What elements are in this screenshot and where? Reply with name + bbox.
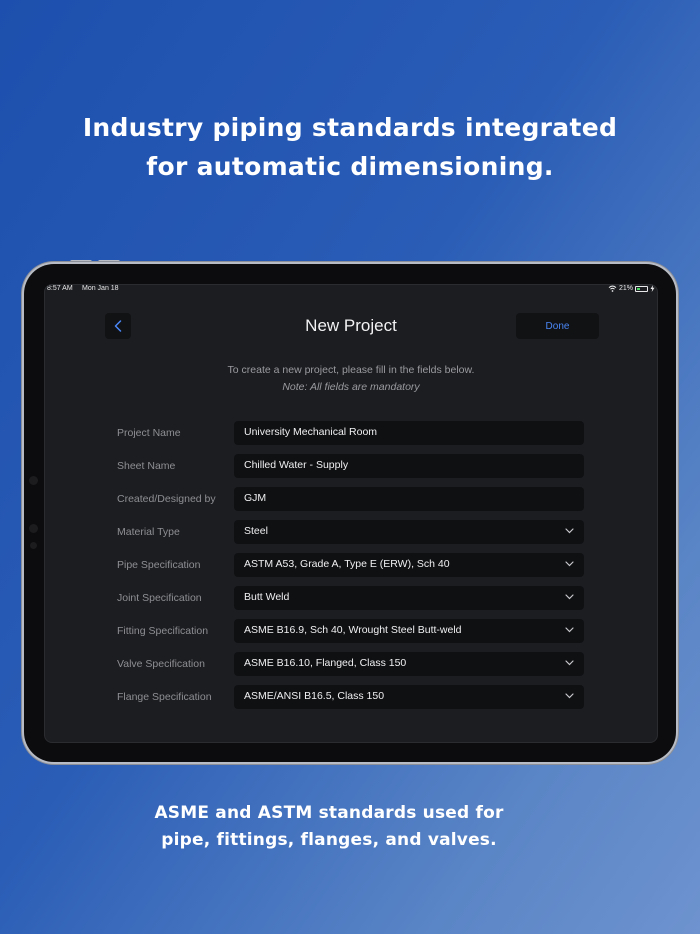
project-name-value: University Mechanical Room	[244, 426, 378, 438]
pipe-specification-label: Pipe Specification	[117, 559, 201, 571]
project-name-label: Project Name	[117, 427, 181, 439]
chevron-down-icon	[565, 561, 574, 567]
headline-line-1: Industry piping standards integrated	[82, 113, 618, 142]
pipe-specification-value: ASTM A53, Grade A, Type E (ERW), Sch 40	[244, 558, 450, 570]
device-camera-icon	[29, 476, 38, 485]
marketing-headline: Industry piping standards integrated for…	[0, 108, 700, 186]
flange-specification-value: ASME/ANSI B16.5, Class 150	[244, 690, 385, 702]
material-type-value: Steel	[244, 525, 268, 537]
joint-specification-dropdown[interactable]: Butt Weld	[234, 586, 584, 610]
flange-specification-dropdown[interactable]: ASME/ANSI B16.5, Class 150	[234, 685, 584, 709]
instructions: To create a new project, please fill in …	[45, 362, 657, 396]
sheet-name-field[interactable]: Chilled Water - Supply	[234, 454, 584, 478]
status-right-group: 21%	[608, 285, 655, 292]
form-row-created-designed-by: Created/Designed by GJM	[117, 487, 585, 511]
sheet-name-value: Chilled Water - Supply	[244, 459, 349, 471]
battery-percent: 21%	[618, 285, 633, 292]
valve-specification-label: Valve Specification	[117, 658, 205, 670]
done-button[interactable]: Done	[516, 313, 599, 339]
form-row-project-name: Project Name University Mechanical Room	[117, 421, 585, 445]
created-designed-by-label: Created/Designed by	[117, 493, 216, 505]
form-row-pipe-specification: Pipe Specification ASTM A53, Grade A, Typ…	[117, 553, 585, 577]
device-sensor-icon	[29, 524, 38, 533]
device-sensor-icon	[30, 542, 37, 549]
ipad-device-frame: 8:57 AM Mon Jan 18 21% New Project Done …	[24, 264, 676, 762]
project-form: Project Name University Mechanical Room Sh…	[117, 421, 585, 718]
fitting-specification-value: ASME B16.9, Sch 40, Wrought Steel Butt-w…	[244, 624, 462, 636]
fitting-specification-dropdown[interactable]: ASME B16.9, Sch 40, Wrought Steel Butt-w…	[234, 619, 584, 643]
chevron-down-icon	[565, 627, 574, 633]
marketing-footer: ASME and ASTM standards used for pipe, f…	[0, 800, 658, 854]
sheet-name-label: Sheet Name	[117, 460, 176, 472]
form-row-valve-specification: Valve Specification ASME B16.10, Flanged,…	[117, 652, 585, 676]
created-designed-by-field[interactable]: GJM	[234, 487, 584, 511]
instructions-note: Note: All fields are mandatory	[282, 381, 420, 393]
flange-specification-label: Flange Specification	[117, 691, 212, 703]
joint-specification-value: Butt Weld	[244, 591, 290, 603]
status-bar: 8:57 AM Mon Jan 18 21%	[45, 285, 657, 299]
chevron-down-icon	[565, 528, 574, 534]
charging-bolt-icon	[650, 285, 655, 292]
material-type-label: Material Type	[117, 526, 180, 538]
created-designed-by-value: GJM	[244, 492, 267, 504]
chevron-down-icon	[565, 693, 574, 699]
form-row-flange-specification: Flange Specification ASME/ANSI B16.5, Cla…	[117, 685, 585, 709]
app-screen: 8:57 AM Mon Jan 18 21% New Project Done …	[44, 284, 658, 743]
joint-specification-label: Joint Specification	[117, 592, 202, 604]
valve-specification-dropdown[interactable]: ASME B16.10, Flanged, Class 150	[234, 652, 584, 676]
footer-line-1: ASME and ASTM standards used for	[154, 803, 504, 823]
battery-icon	[635, 285, 648, 292]
form-row-sheet-name: Sheet Name Chilled Water - Supply	[117, 454, 585, 478]
project-name-field[interactable]: University Mechanical Room	[234, 421, 584, 445]
instructions-text: To create a new project, please fill in …	[227, 364, 475, 376]
material-type-dropdown[interactable]: Steel	[234, 520, 584, 544]
pipe-specification-dropdown[interactable]: ASTM A53, Grade A, Type E (ERW), Sch 40	[234, 553, 584, 577]
headline-line-2: for automatic dimensioning.	[146, 152, 554, 181]
footer-line-2: pipe, fittings, flanges, and valves.	[161, 830, 497, 850]
status-time: 8:57 AM	[47, 285, 73, 292]
valve-specification-value: ASME B16.10, Flanged, Class 150	[244, 657, 407, 669]
chevron-down-icon	[565, 660, 574, 666]
wifi-icon	[608, 285, 617, 292]
chevron-down-icon	[565, 594, 574, 600]
form-row-joint-specification: Joint Specification Butt Weld	[117, 586, 585, 610]
form-row-fitting-specification: Fitting Specification ASME B16.9, Sch 40,…	[117, 619, 585, 643]
form-row-material-type: Material Type Steel	[117, 520, 585, 544]
nav-bar: New Project Done	[45, 313, 657, 343]
fitting-specification-label: Fitting Specification	[117, 625, 209, 637]
status-date: Mon Jan 18	[82, 285, 119, 292]
